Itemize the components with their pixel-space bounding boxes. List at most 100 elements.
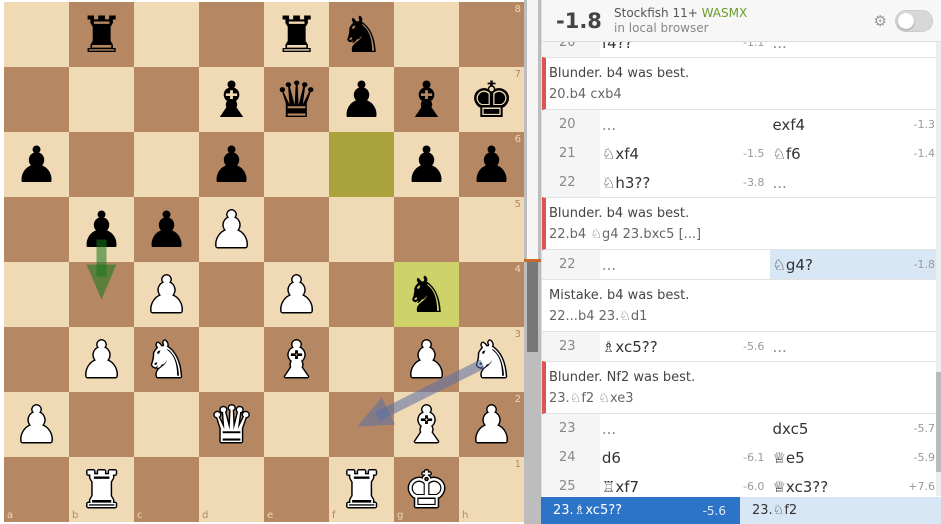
square-f8[interactable]: ♞ [329,2,394,67]
variation-line[interactable]: 22.b4 ♘g4 23.bxc5 [...] [549,224,941,244]
gear-icon[interactable]: ⚙ [874,12,887,30]
square-a7[interactable] [4,67,69,132]
white-pawn-icon[interactable]: ♟ [79,335,124,385]
square-c8[interactable] [134,2,199,67]
square-f4[interactable] [329,262,394,327]
white-move[interactable]: d6 -6.1 [600,443,771,472]
white-move[interactable]: ♖xf7 -6.0 [600,472,771,496]
white-move[interactable]: ♗xc5?? -5.6 [600,332,771,361]
square-e3[interactable]: ♝ [264,327,329,392]
black-pawn-icon[interactable]: ♟ [79,205,124,255]
variation-line[interactable]: 23.♘f2 ♘xe3 [549,388,941,408]
square-a4[interactable] [4,262,69,327]
square-g6[interactable]: ♟ [394,132,459,197]
variation-line[interactable]: 20.b4 cxb4 [549,84,941,104]
white-rook-icon[interactable]: ♜ [79,465,124,515]
black-pawn-icon[interactable]: ♟ [14,140,59,190]
square-f7[interactable]: ♟ [329,67,394,132]
black-pawn-icon[interactable]: ♟ [144,205,189,255]
square-h6[interactable]: ♟ 6 [459,132,524,197]
square-h4[interactable]: 4 [459,262,524,327]
white-bishop-icon[interactable]: ♝ [404,400,449,450]
square-b4[interactable] [69,262,134,327]
square-a2[interactable]: ♟ [4,392,69,457]
square-d7[interactable]: ♝ [199,67,264,132]
white-king-icon[interactable]: ♚ [404,465,449,515]
black-knight-icon[interactable]: ♞ [339,10,384,60]
black-pawn-icon[interactable]: ♟ [404,140,449,190]
white-pawn-icon[interactable]: ♟ [144,270,189,320]
square-h1[interactable]: 1h [459,457,524,522]
square-d6[interactable]: ♟ [199,132,264,197]
square-h5[interactable]: 5 [459,197,524,262]
square-h3[interactable]: ♞ 3 [459,327,524,392]
black-move[interactable]: exf4 -1.3 [770,110,941,139]
square-e7[interactable]: ♛ [264,67,329,132]
square-h2[interactable]: ♟ 2 [459,392,524,457]
black-bishop-icon[interactable]: ♝ [209,75,254,125]
black-bishop-icon[interactable]: ♝ [404,75,449,125]
square-c3[interactable]: ♞ [134,327,199,392]
square-h8[interactable]: 8 [459,2,524,67]
square-e8[interactable]: ♜ [264,2,329,67]
black-rook-icon[interactable]: ♜ [274,10,319,60]
square-f2[interactable] [329,392,394,457]
black-king-icon[interactable]: ♚ [469,75,514,125]
square-e1[interactable]: e [264,457,329,522]
square-f1[interactable]: ♜ f [329,457,394,522]
square-f3[interactable] [329,327,394,392]
white-knight-icon[interactable]: ♞ [144,335,189,385]
square-a1[interactable]: a [4,457,69,522]
white-pawn-icon[interactable]: ♟ [14,400,59,450]
square-g5[interactable] [394,197,459,262]
square-a6[interactable]: ♟ [4,132,69,197]
white-queen-icon[interactable]: ♛ [209,400,254,450]
square-a8[interactable] [4,2,69,67]
square-g2[interactable]: ♝ [394,392,459,457]
square-h7[interactable]: ♚ 7 [459,67,524,132]
white-knight-icon[interactable]: ♞ [469,335,514,385]
variation-line[interactable]: 22...b4 23.♘d1 [549,306,941,326]
white-bishop-icon[interactable]: ♝ [274,335,319,385]
square-b5[interactable]: ♟ [69,197,134,262]
white-move[interactable]: f4?? -1.1 [600,42,771,57]
square-c4[interactable]: ♟ [134,262,199,327]
square-b3[interactable]: ♟ [69,327,134,392]
black-pawn-icon[interactable]: ♟ [469,140,514,190]
square-g1[interactable]: ♚ g [394,457,459,522]
black-pawn-icon[interactable]: ♟ [339,75,384,125]
square-b8[interactable]: ♜ [69,2,134,67]
white-pawn-icon[interactable]: ♟ [209,205,254,255]
black-move[interactable]: ♕xc3?? +7.6 [770,472,941,496]
square-a3[interactable] [4,327,69,392]
square-g8[interactable] [394,2,459,67]
square-d3[interactable] [199,327,264,392]
black-rook-icon[interactable]: ♜ [79,10,124,60]
black-move[interactable]: dxc5 -5.7 [770,414,941,443]
square-c5[interactable]: ♟ [134,197,199,262]
engine-toggle[interactable] [895,9,933,32]
black-move[interactable]: ♕e5 -5.9 [770,443,941,472]
white-pawn-icon[interactable]: ♟ [404,335,449,385]
move-list-scrollbar[interactable] [936,42,941,496]
black-knight-icon[interactable]: ♞ [404,270,449,320]
white-pawn-icon[interactable]: ♟ [274,270,319,320]
square-c7[interactable] [134,67,199,132]
square-c6[interactable] [134,132,199,197]
scrollbar-thumb[interactable] [936,372,941,472]
square-c2[interactable] [134,392,199,457]
black-queen-icon[interactable]: ♛ [274,75,319,125]
white-pawn-icon[interactable]: ♟ [469,400,514,450]
square-d2[interactable]: ♛ [199,392,264,457]
square-d1[interactable]: d [199,457,264,522]
square-d5[interactable]: ♟ [199,197,264,262]
square-g7[interactable]: ♝ [394,67,459,132]
square-d8[interactable] [199,2,264,67]
white-move[interactable]: ♘h3?? -3.8 [600,168,771,197]
black-pawn-icon[interactable]: ♟ [209,140,254,190]
square-b6[interactable] [69,132,134,197]
square-e4[interactable]: ♟ [264,262,329,327]
square-a5[interactable] [4,197,69,262]
square-g4[interactable]: ♞ [394,262,459,327]
alternative-move-option[interactable]: 23.♘f2 [740,497,941,524]
